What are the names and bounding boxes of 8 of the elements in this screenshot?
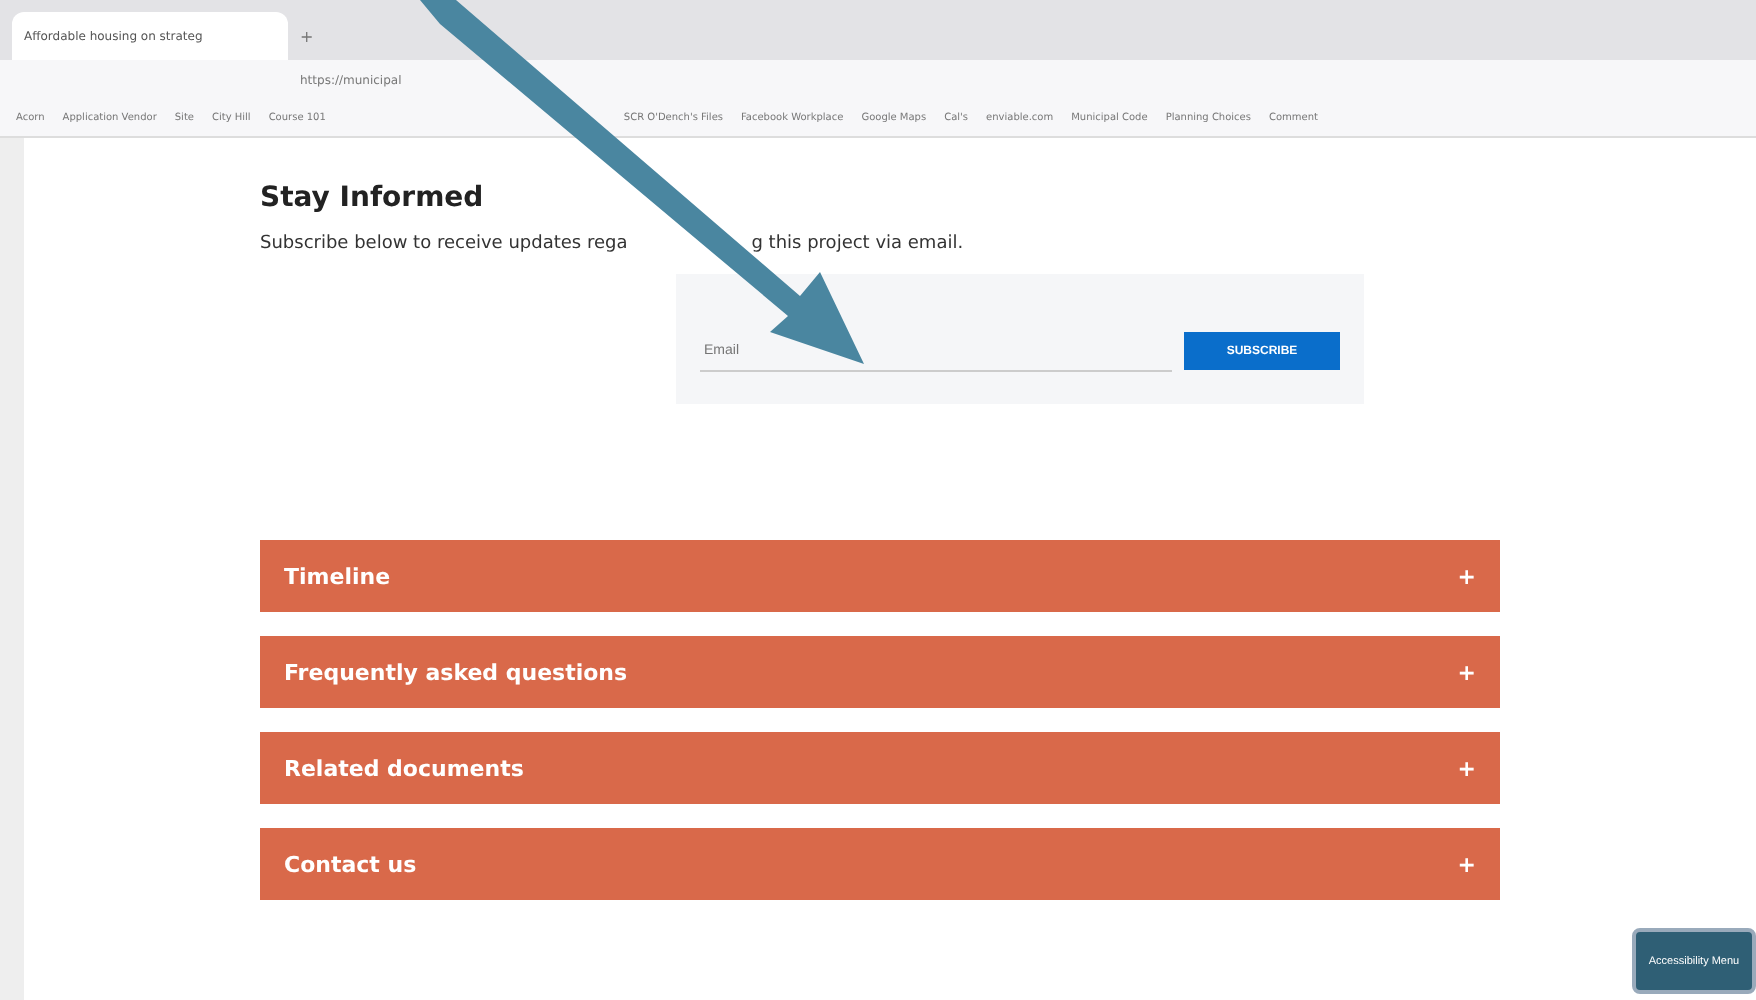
section-title: Stay Informed [260, 182, 486, 214]
accordion-header[interactable]: Contact us + [260, 828, 1500, 900]
description: g this project via email. [751, 234, 964, 254]
accordion-header[interactable]: Timeline + [260, 540, 1500, 612]
accordion-header[interactable]: Related documents + [260, 732, 1500, 804]
description: Subscribe below to receive updates rega [260, 234, 628, 254]
accordion-header[interactable]: Frequently asked questions + [260, 636, 1500, 708]
new-tab-button[interactable]: + [300, 28, 314, 46]
